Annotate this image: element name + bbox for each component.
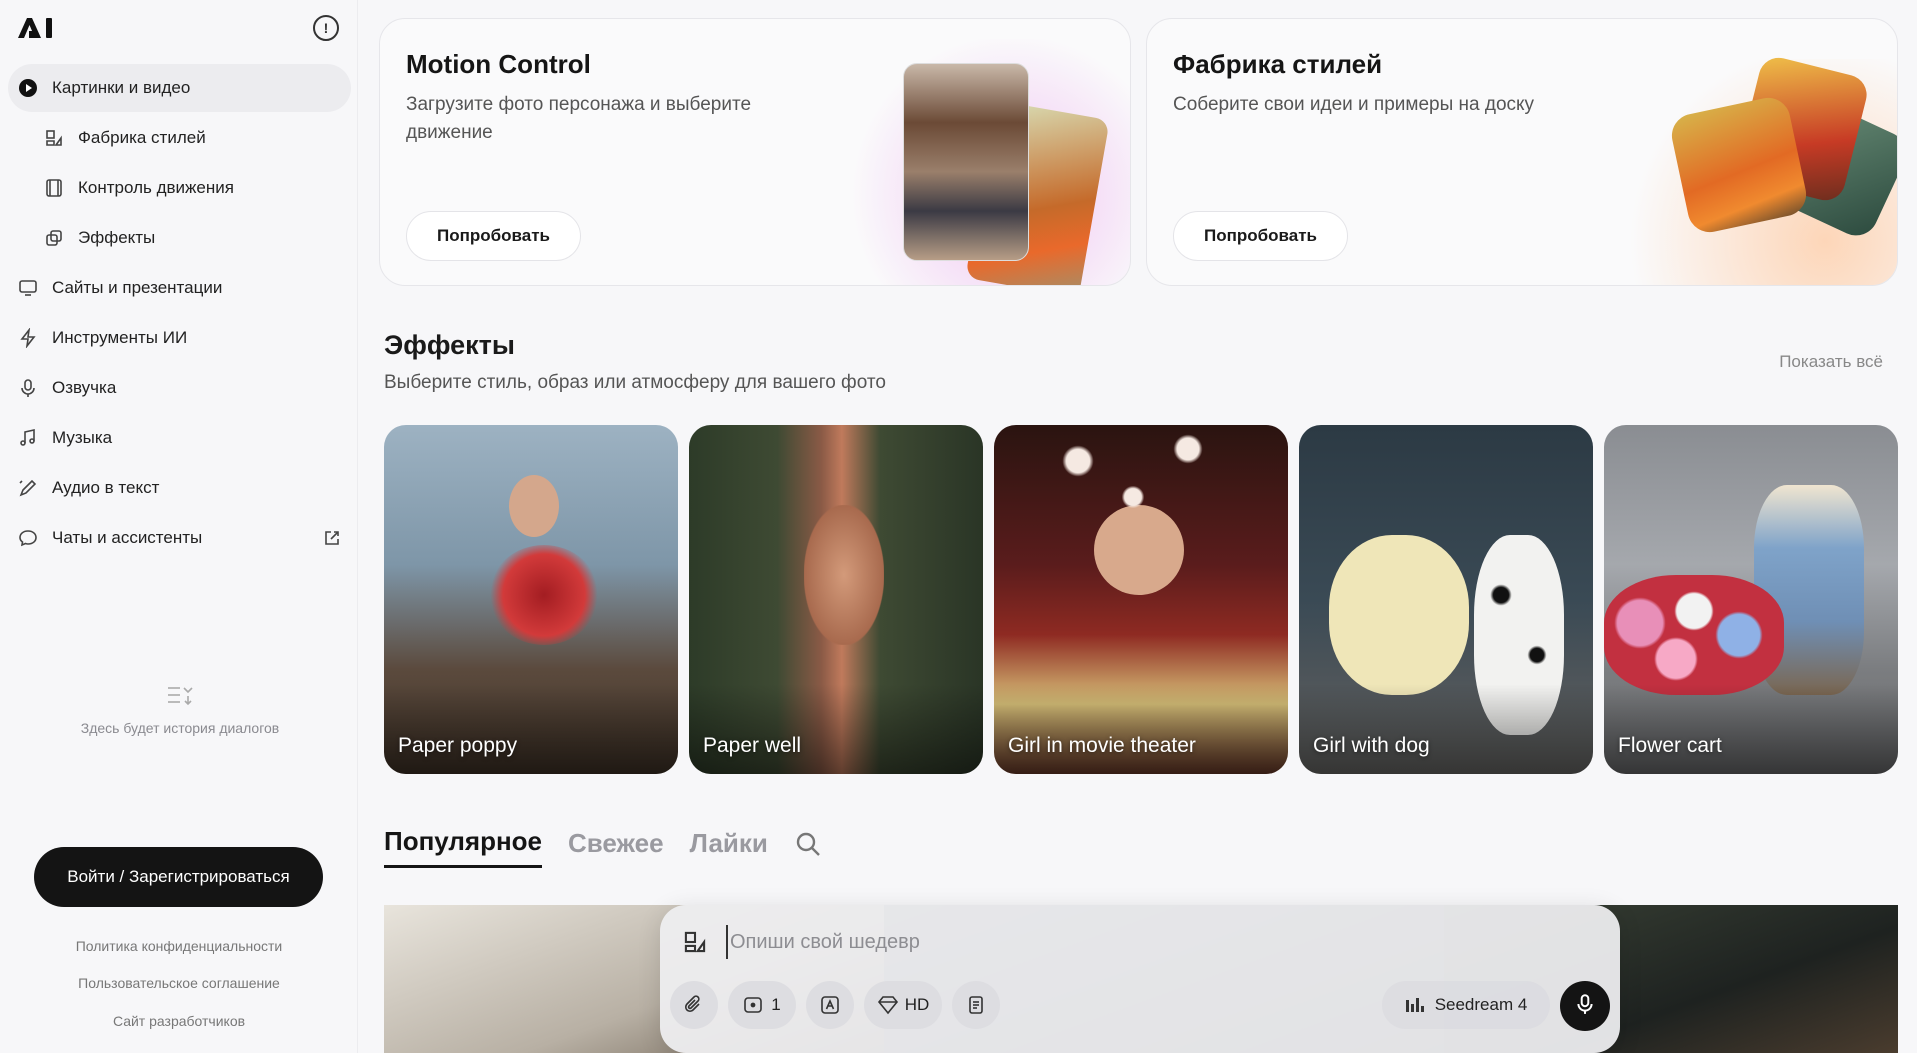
prompt-input[interactable] — [726, 925, 1426, 959]
music-note-icon — [18, 428, 38, 448]
external-link-icon[interactable] — [323, 529, 341, 547]
card-title: Фабрика стилей — [1173, 49, 1383, 79]
effect-label: Girl in movie theater — [1008, 734, 1196, 757]
effect-card-paper-poppy[interactable]: Paper poppy — [384, 425, 678, 774]
quality-value: HD — [904, 995, 930, 1014]
search-icon[interactable] — [794, 830, 822, 858]
count-selector[interactable]: 1 — [728, 981, 796, 1029]
card-description: Соберите свои идеи и примеры на доску — [1173, 94, 1535, 115]
effect-card-girl-with-dog[interactable]: Girl with dog — [1299, 425, 1593, 774]
count-value: 1 — [771, 995, 781, 1014]
sidebar-item-motion-control[interactable]: Контроль движения — [8, 164, 351, 212]
logo[interactable] — [16, 16, 56, 40]
model-name: Seedream 4 — [1434, 995, 1528, 1014]
card-description: Загрузите фото персонажа и выберите движ… — [406, 94, 752, 143]
document-icon — [966, 995, 986, 1015]
effects-icon — [44, 228, 64, 248]
style-factory-icon — [44, 128, 64, 148]
film-icon — [44, 178, 64, 198]
sidebar-item-images-video[interactable]: Картинки и видео — [8, 64, 351, 112]
try-button[interactable]: Попробовать — [1173, 211, 1348, 261]
effect-label: Flower cart — [1618, 734, 1722, 757]
frame-icon — [743, 995, 763, 1015]
effect-label: Paper well — [703, 734, 802, 757]
effect-card-flower-cart[interactable]: Flower cart — [1604, 425, 1898, 774]
quality-selector[interactable]: HD — [864, 981, 942, 1029]
attach-button[interactable] — [670, 981, 718, 1029]
user-agreement-link[interactable]: Пользовательское соглашение — [0, 975, 358, 991]
sidebar-item-label: Чаты и ассистенты — [52, 528, 203, 547]
tab-likes[interactable]: Лайки — [690, 828, 768, 867]
feed-tabs: Популярное Свежее Лайки — [384, 826, 822, 868]
info-icon[interactable]: ! — [313, 15, 339, 41]
bars-icon — [1405, 996, 1425, 1014]
privacy-policy-link[interactable]: Политика конфиденциальности — [0, 938, 358, 954]
sidebar-item-label: Озвучка — [52, 378, 117, 397]
sidebar-item-label: Фабрика стилей — [78, 128, 206, 147]
play-circle-icon — [18, 78, 38, 98]
effect-card-girl-in-movie-theater[interactable]: Girl in movie theater — [994, 425, 1288, 774]
sidebar-item-effects[interactable]: Эффекты — [8, 214, 351, 262]
motion-photo-front — [903, 63, 1029, 261]
developers-site-link[interactable]: Сайт разработчиков — [0, 1013, 358, 1029]
style-photo-front — [1667, 93, 1811, 237]
card-title: Motion Control — [406, 49, 591, 79]
sidebar-nav: Картинки и видео Фабрика стилей Контроль… — [8, 64, 351, 564]
style-factory-icon[interactable] — [682, 929, 708, 955]
tab-fresh[interactable]: Свежее — [568, 828, 664, 867]
microphone-icon — [18, 378, 38, 398]
motion-control-card[interactable]: Motion Control Загрузите фото персонажа … — [379, 18, 1131, 286]
lightning-icon — [18, 328, 38, 348]
notes-button[interactable] — [952, 981, 1000, 1029]
sidebar-item-ai-tools[interactable]: Инструменты ИИ — [8, 314, 351, 362]
model-selector[interactable]: Seedream 4 — [1382, 981, 1550, 1029]
effects-title: Эффекты — [384, 330, 515, 360]
sidebar-item-label: Эффекты — [78, 228, 156, 247]
sidebar-item-style-factory[interactable]: Фабрика стилей — [8, 114, 351, 162]
microphone-icon — [1574, 993, 1596, 1020]
sidebar-item-label: Аудио в текст — [52, 478, 160, 497]
sidebar-item-sites-presentations[interactable]: Сайты и презентации — [8, 264, 351, 312]
pen-icon — [18, 478, 38, 498]
try-button[interactable]: Попробовать — [406, 211, 581, 261]
tab-popular[interactable]: Популярное — [384, 826, 543, 868]
show-all-link[interactable]: Показать всё — [1779, 352, 1883, 372]
main-content: Motion Control Загрузите фото персонажа … — [358, 0, 1917, 1053]
history-empty-state: Здесь будет история диалогов — [60, 684, 300, 738]
sidebar-item-label: Сайты и презентации — [52, 278, 223, 297]
chat-bubble-icon — [18, 528, 38, 548]
history-list-icon — [166, 684, 194, 708]
effect-label: Girl with dog — [1313, 734, 1430, 757]
diamond-icon — [877, 995, 899, 1015]
sidebar-item-voiceover[interactable]: Озвучка — [8, 364, 351, 412]
login-register-button[interactable]: Войти / Зарегистрироваться — [34, 847, 323, 907]
sidebar-item-label: Картинки и видео — [52, 78, 191, 97]
history-empty-text: Здесь будет история диалогов — [80, 720, 280, 736]
sidebar-item-chats-assistants[interactable]: Чаты и ассистенты — [8, 514, 351, 562]
sidebar-item-music[interactable]: Музыка — [8, 414, 351, 462]
sidebar-item-label: Контроль движения — [78, 178, 234, 197]
monitor-icon — [18, 278, 38, 298]
sidebar-item-audio-to-text[interactable]: Аудио в текст — [8, 464, 351, 512]
sidebar-item-label: Инструменты ИИ — [52, 328, 188, 347]
paperclip-icon — [684, 995, 704, 1015]
prompt-composer: 1 HD Seedream 4 — [660, 905, 1620, 1053]
effect-label: Paper poppy — [398, 734, 518, 757]
style-factory-card[interactable]: Фабрика стилей Соберите свои идеи и прим… — [1146, 18, 1898, 286]
sidebar: ! Картинки и видео Фабрика стилей Контро… — [0, 0, 358, 1053]
effect-card-paper-well[interactable]: Paper well — [689, 425, 983, 774]
text-mode-button[interactable] — [806, 981, 854, 1029]
sidebar-item-label: Музыка — [52, 428, 113, 447]
effects-description: Выберите стиль, образ или атмосферу для … — [384, 372, 886, 393]
letter-a-icon — [820, 995, 840, 1015]
voice-input-button[interactable] — [1560, 981, 1610, 1031]
